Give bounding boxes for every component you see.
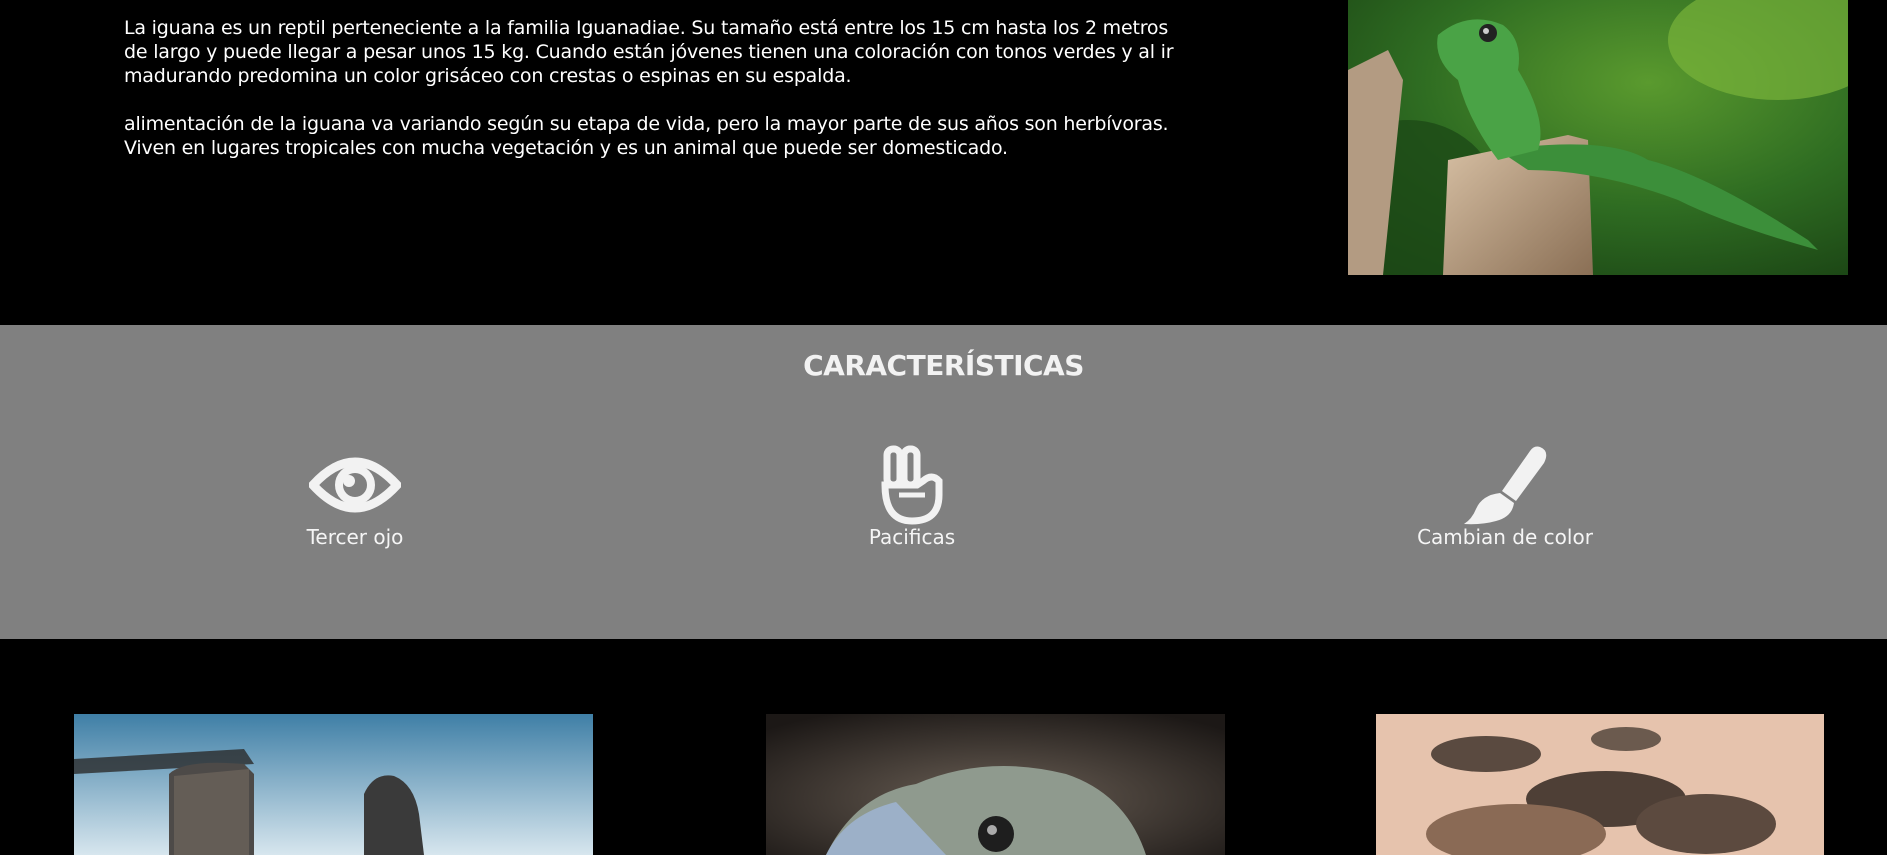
paintbrush-icon <box>1464 446 1547 525</box>
gallery-image-2 <box>766 714 1225 855</box>
feature-third-eye: Tercer ojo <box>215 445 495 549</box>
feature-peaceful: Pacificas <box>772 445 1052 549</box>
features-section: CARACTERÍSTICAS Tercer ojo Pacificas Cam… <box>0 325 1887 639</box>
eye-icon <box>309 457 401 513</box>
peace-hand-icon <box>881 445 943 525</box>
feature-label: Pacificas <box>868 525 956 549</box>
feature-change-color: Cambian de color <box>1365 445 1645 549</box>
intro-text: La iguana es un reptil perteneciente a l… <box>124 16 1184 184</box>
intro-paragraph-2: alimentación de la iguana va variando se… <box>124 113 1169 159</box>
intro-paragraph-1: La iguana es un reptil perteneciente a l… <box>124 17 1174 87</box>
gallery-section <box>0 639 1887 855</box>
features-title: CARACTERÍSTICAS <box>803 349 1084 382</box>
feature-label: Tercer ojo <box>306 525 404 549</box>
intro-section: La iguana es un reptil perteneciente a l… <box>0 0 1887 325</box>
iguana-hero-image <box>1348 0 1848 275</box>
feature-label: Cambian de color <box>1417 525 1593 549</box>
gallery-image-3 <box>1376 714 1824 855</box>
gallery-image-1 <box>74 714 593 855</box>
